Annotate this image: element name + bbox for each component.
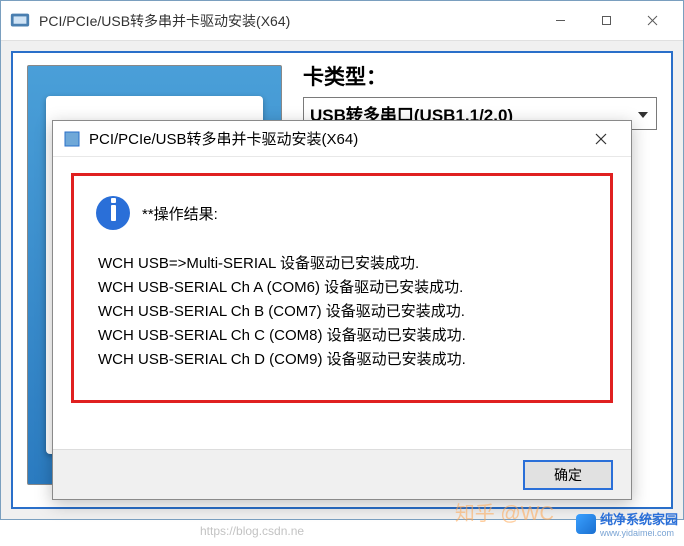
result-dialog: PCI/PCIe/USB转多串并卡驱动安装(X64) **操作结果: WCH U…	[52, 120, 632, 500]
dialog-titlebar[interactable]: PCI/PCIe/USB转多串并卡驱动安装(X64)	[53, 121, 631, 157]
result-box: **操作结果: WCH USB=>Multi-SERIAL 设备驱动已安装成功.…	[71, 173, 613, 403]
dialog-footer: 确定	[53, 449, 631, 499]
result-header: **操作结果:	[142, 203, 218, 224]
parent-titlebar[interactable]: PCI/PCIe/USB转多串并卡驱动安装(X64)	[1, 1, 683, 41]
dialog-close-button[interactable]	[581, 125, 621, 153]
close-icon	[595, 133, 607, 145]
watermark-csdn: https://blog.csdn.ne	[200, 524, 304, 538]
result-line: WCH USB-SERIAL Ch C (COM8) 设备驱动已安装成功.	[98, 324, 588, 348]
close-button[interactable]	[629, 6, 675, 36]
info-icon	[96, 196, 130, 230]
dialog-app-icon	[63, 130, 81, 148]
result-line: WCH USB-SERIAL Ch B (COM7) 设备驱动已安装成功.	[98, 300, 588, 324]
ok-button[interactable]: 确定	[523, 460, 613, 490]
parent-window-title: PCI/PCIe/USB转多串并卡驱动安装(X64)	[39, 11, 537, 31]
result-lines: WCH USB=>Multi-SERIAL 设备驱动已安装成功. WCH USB…	[98, 252, 588, 372]
minimize-button[interactable]	[537, 6, 583, 36]
maximize-button[interactable]	[583, 6, 629, 36]
card-type-label: 卡类型：	[303, 61, 657, 91]
brand-url: www.yidaimei.com	[600, 528, 678, 538]
ok-button-label: 确定	[554, 465, 582, 485]
app-icon	[9, 10, 31, 32]
result-line: WCH USB=>Multi-SERIAL 设备驱动已安装成功.	[98, 252, 588, 276]
result-header-row: **操作结果:	[96, 196, 588, 230]
result-line: WCH USB-SERIAL Ch D (COM9) 设备驱动已安装成功.	[98, 348, 588, 372]
result-line: WCH USB-SERIAL Ch A (COM6) 设备驱动已安装成功.	[98, 276, 588, 300]
titlebar-controls	[537, 6, 675, 36]
dialog-body: **操作结果: WCH USB=>Multi-SERIAL 设备驱动已安装成功.…	[53, 157, 631, 473]
dialog-title: PCI/PCIe/USB转多串并卡驱动安装(X64)	[89, 128, 581, 149]
